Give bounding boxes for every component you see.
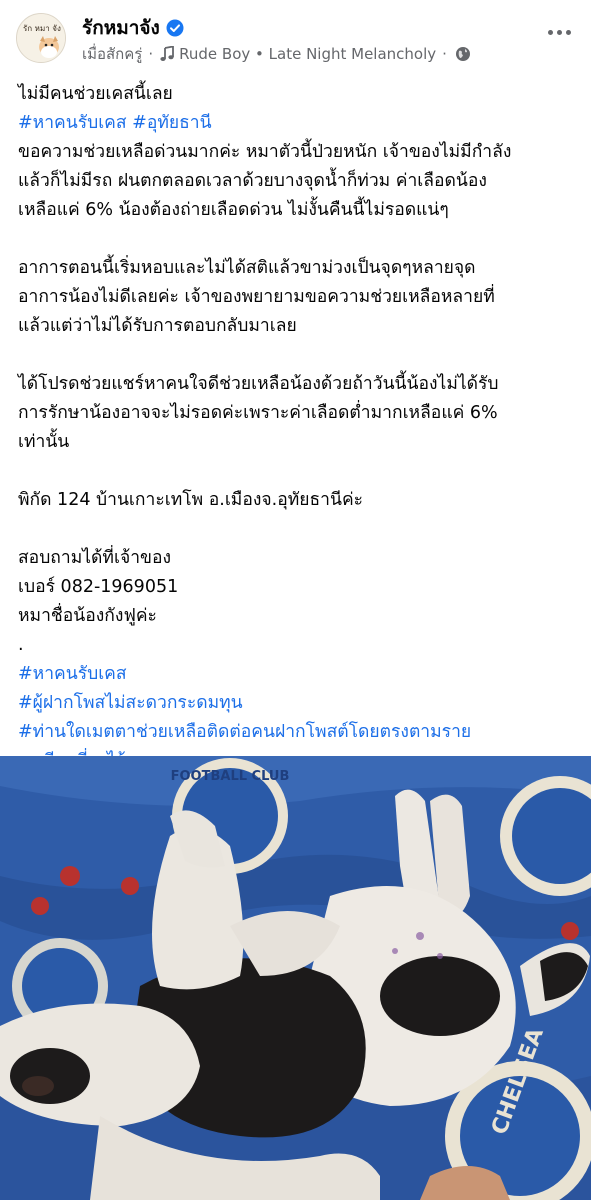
post-header: รัก หมา จัง รักหมาจัง เมื่อสักครู่ · Rud… xyxy=(0,0,591,76)
separator-dot: . xyxy=(18,635,24,655)
post-photo[interactable]: FOOTBALL CLUB CHELSEA xyxy=(0,756,591,1200)
hashtag-link[interactable]: #ท่านใดเมตตาช่วยเหลือติดต่อคนฝากโพสต์โดย… xyxy=(18,718,578,747)
post-title: ไม่มีคนช่วยเคสนี้เลย xyxy=(18,84,173,104)
more-options-icon xyxy=(547,29,553,35)
paragraph-line: ได้โปรดช่วยแชร์หาคนใจดีช่วยเหลือน้องด้วย… xyxy=(18,374,499,394)
paragraph-line: ขอความช่วยเหลือด่วนมากค่ะ หมาตัวนี้ป่วยห… xyxy=(18,142,512,162)
paragraph-line: แล้วก็ไม่มีรถ ฝนตกตลอดเวลาด้วยบางจุดน้ำก… xyxy=(18,171,487,191)
top-hashtags: #หาคนรับเคส #อุทัยธานี xyxy=(18,109,578,138)
hashtag-link[interactable]: #อุทัยธานี xyxy=(132,113,211,133)
hashtag-link[interactable]: #ผู้ฝากโพสไม่สะดวกระดมทุน xyxy=(18,689,578,718)
post-meta: เมื่อสักครู่ · Rude Boy • Late Night Mel… xyxy=(82,43,471,65)
hashtag-link[interactable]: #หาคนรับเคส xyxy=(18,113,127,133)
paragraph-line: อาการน้องไม่ดีเลยค่ะ เจ้าของพยายามขอความ… xyxy=(18,287,495,307)
hashtag-link[interactable]: #หาคนรับเคส xyxy=(18,660,578,689)
contact-line: สอบถามได้ที่เจ้าของ xyxy=(18,548,172,568)
meta-separator: · xyxy=(442,45,447,63)
post-timestamp[interactable]: เมื่อสักครู่ xyxy=(82,42,142,66)
paragraph-line: เท่านั้น xyxy=(18,432,70,452)
paragraph-line: เหลือแค่ 6% น้องต้องถ่ายเลือดด่วน ไม่งั้… xyxy=(18,200,449,220)
more-options-button[interactable] xyxy=(541,20,577,44)
paragraph-line: อาการตอนนี้เริ่มหอบและไม่ได้สติแล้วขาม่ว… xyxy=(18,258,476,278)
music-track[interactable]: Rude Boy • Late Night Melancholy xyxy=(179,45,436,63)
verified-badge-icon xyxy=(166,19,184,37)
contact-line: หมาชื่อน้องกังฟูค่ะ xyxy=(18,606,157,626)
page-avatar[interactable]: รัก หมา จัง xyxy=(16,13,66,63)
paragraph-line: แล้วแต่ว่าไม่ได้รับการตอบกลับมาเลย xyxy=(18,316,297,336)
globe-icon[interactable] xyxy=(455,46,471,62)
svg-text:FOOTBALL CLUB: FOOTBALL CLUB xyxy=(171,769,290,784)
location-line: พิกัด 124 บ้านเกาะเทโพ อ.เมืองจ.อุทัยธาน… xyxy=(18,490,364,510)
phone-number[interactable]: เบอร์ 082-1969051 xyxy=(18,573,578,602)
meta-separator: · xyxy=(148,45,154,63)
page-name-row: รักหมาจัง xyxy=(82,15,184,41)
svg-text:รัก หมา จัง: รัก หมา จัง xyxy=(23,24,61,33)
page-name[interactable]: รักหมาจัง xyxy=(82,13,160,43)
post-body: ไม่มีคนช่วยเคสนี้เลย #หาคนรับเคส #อุทัยธ… xyxy=(18,80,578,776)
music-note-icon xyxy=(159,45,175,62)
paragraph-line: การรักษาน้องอาจจะไม่รอดค่ะเพราะค่าเลือดต… xyxy=(18,403,498,423)
